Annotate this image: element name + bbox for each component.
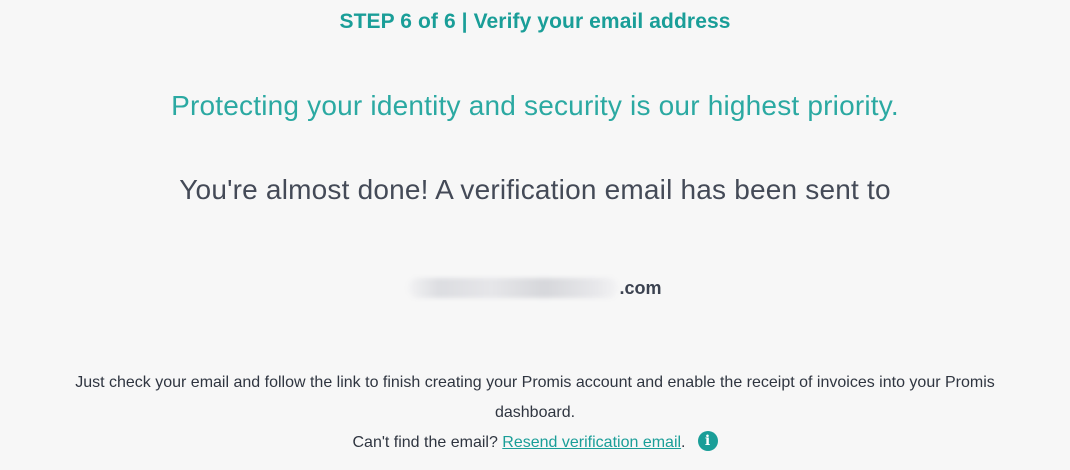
resend-period: . xyxy=(681,434,686,451)
resend-verification-link[interactable]: Resend verification email xyxy=(502,434,681,451)
email-address: .com xyxy=(0,278,1070,299)
verify-email-page: STEP 6 of 6 | Verify your email address … xyxy=(0,0,1070,470)
instructions: Just check your email and follow the lin… xyxy=(0,368,1070,458)
step-title: STEP 6 of 6 | Verify your email address xyxy=(339,10,731,33)
redacted-email-blur xyxy=(408,278,619,299)
resend-row: Can't find the email? Resend verificatio… xyxy=(0,428,1070,458)
info-icon[interactable]: i xyxy=(697,431,718,451)
almost-done-message: You're almost done! A verification email… xyxy=(179,174,891,205)
instructions-line-1: Just check your email and follow the lin… xyxy=(75,374,995,391)
cant-find-text: Can't find the email? xyxy=(352,434,503,451)
instructions-line-2: dashboard. xyxy=(494,404,576,421)
priority-message: Protecting your identity and security is… xyxy=(171,90,899,121)
email-suffix: .com xyxy=(619,278,662,298)
